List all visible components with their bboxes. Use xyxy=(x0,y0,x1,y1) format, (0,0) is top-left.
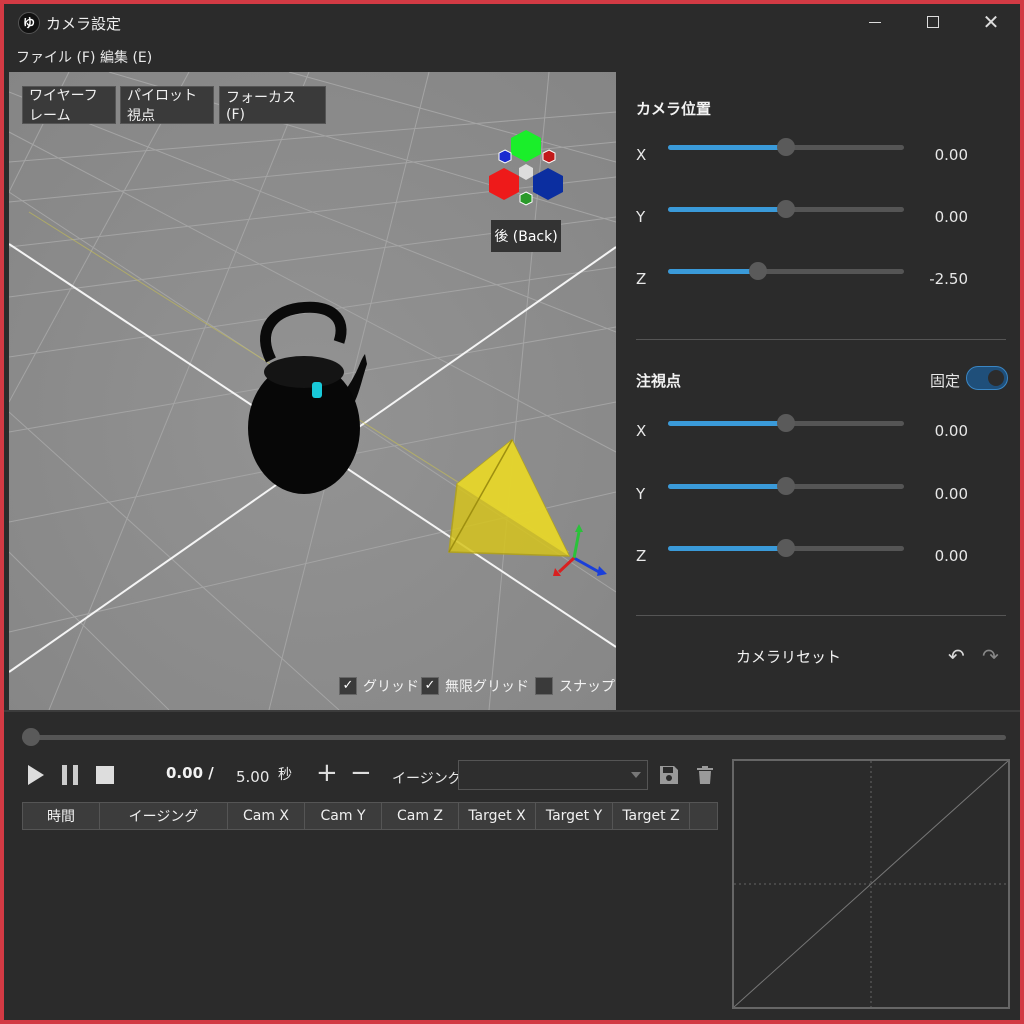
current-time: 0.00 / xyxy=(166,764,214,782)
stop-icon[interactable] xyxy=(96,766,114,784)
target-y-label: Y xyxy=(636,485,646,503)
keyframe-table-header: 時間 イージング Cam X Cam Y Cam Z Target X Targ… xyxy=(22,802,718,830)
target-z-value: 0.00 xyxy=(934,547,968,565)
slider-thumb[interactable] xyxy=(777,138,795,156)
close-icon: ✕ xyxy=(982,10,1000,34)
cam-z-label: Z xyxy=(636,270,647,288)
column-header-target-x[interactable]: Target X xyxy=(459,802,536,830)
slider-fill xyxy=(668,145,786,150)
minimize-button[interactable] xyxy=(846,4,904,40)
timeline-slider[interactable] xyxy=(22,728,1006,748)
target-x-slider[interactable] xyxy=(668,414,904,434)
slider-thumb[interactable] xyxy=(777,414,795,432)
focus-button[interactable]: フォーカス (F) xyxy=(219,86,326,124)
menu-bar: ファイル (F) 編集 (E) xyxy=(4,42,1020,72)
maximize-icon xyxy=(927,16,939,28)
camera-settings-window: ゆ カメラ設定 ✕ ファイル (F) 編集 (E) ワイヤーフレーム パイロット… xyxy=(0,0,1024,1024)
remove-keyframe-icon[interactable]: − xyxy=(350,760,372,786)
infinite-grid-check-icon: ✓ xyxy=(421,677,439,695)
slider-fill xyxy=(668,484,786,489)
cam-x-value: 0.00 xyxy=(934,146,968,164)
add-keyframe-icon[interactable]: + xyxy=(316,760,338,786)
infinite-grid-checkbox[interactable]: ✓ 無限グリッド xyxy=(421,676,529,696)
timeline-thumb[interactable] xyxy=(22,728,40,746)
target-z-slider[interactable] xyxy=(668,539,904,559)
pilot-view-button[interactable]: パイロット視点 xyxy=(120,86,214,124)
slider-fill xyxy=(668,546,786,551)
window-title: カメラ設定 xyxy=(46,15,122,33)
cam-z-slider[interactable] xyxy=(668,262,904,282)
title-bar: ゆ カメラ設定 ✕ xyxy=(4,4,1020,42)
target-lock-label: 固定 xyxy=(930,372,961,390)
column-header-target-z[interactable]: Target Z xyxy=(613,802,690,830)
app-icon: ゆ xyxy=(18,12,40,34)
slider-thumb[interactable] xyxy=(777,539,795,557)
target-x-value: 0.00 xyxy=(934,422,968,440)
target-lock-toggle[interactable] xyxy=(966,366,1008,390)
snap-checkbox[interactable]: スナップ xyxy=(535,676,615,696)
undo-icon[interactable]: ↶ xyxy=(948,644,965,668)
column-header-cam-z[interactable]: Cam Z xyxy=(382,802,459,830)
target-y-value: 0.00 xyxy=(934,485,968,503)
column-header-target-y[interactable]: Target Y xyxy=(536,802,613,830)
pause-icon[interactable] xyxy=(62,765,78,785)
view-direction-label[interactable]: 後 (Back) xyxy=(491,220,561,252)
cam-x-label: X xyxy=(636,146,647,164)
panel-separator xyxy=(4,710,1020,712)
time-unit: 秒 xyxy=(278,767,292,783)
section-divider xyxy=(636,339,1006,340)
column-header-cam-x[interactable]: Cam X xyxy=(228,802,305,830)
column-header-cam-y[interactable]: Cam Y xyxy=(305,802,382,830)
chevron-down-icon xyxy=(631,772,641,778)
save-icon[interactable] xyxy=(658,764,680,786)
camera-position-title: カメラ位置 xyxy=(636,100,712,118)
wireframe-button[interactable]: ワイヤーフレーム xyxy=(22,86,116,124)
cam-y-slider[interactable] xyxy=(668,200,904,220)
close-button[interactable]: ✕ xyxy=(962,4,1020,40)
viewport-scene xyxy=(9,72,616,710)
easing-curve-preview xyxy=(732,759,1010,1009)
easing-curve-graph xyxy=(734,761,1008,1007)
slider-fill xyxy=(668,421,786,426)
slider-thumb[interactable] xyxy=(777,200,795,218)
slider-fill xyxy=(668,269,758,274)
camera-reset-button[interactable]: カメラリセット xyxy=(736,646,841,667)
column-header-easing[interactable]: イージング xyxy=(100,802,228,830)
infinite-grid-checkbox-label: 無限グリッド xyxy=(445,679,529,695)
target-x-label: X xyxy=(636,422,647,440)
toggle-knob xyxy=(988,370,1004,386)
menu-file[interactable]: ファイル (F) xyxy=(16,47,95,67)
minimize-icon xyxy=(869,21,881,23)
grid-checkbox-label: グリッド xyxy=(363,679,419,695)
easing-label: イージング xyxy=(392,771,462,787)
cam-y-value: 0.00 xyxy=(934,208,968,226)
slider-thumb[interactable] xyxy=(748,262,767,280)
snap-check-icon xyxy=(535,677,553,695)
cam-z-value: -2.50 xyxy=(929,270,968,288)
timeline-track xyxy=(22,735,1006,740)
redo-icon[interactable]: ↷ xyxy=(982,644,999,668)
column-header-extra xyxy=(690,802,718,830)
grid-checkbox[interactable]: ✓ グリッド xyxy=(339,676,419,696)
total-duration[interactable]: 5.00 xyxy=(236,768,269,786)
easing-dropdown[interactable] xyxy=(458,760,648,790)
trash-icon[interactable] xyxy=(694,764,716,786)
cam-y-label: Y xyxy=(636,208,646,226)
menu-edit[interactable]: 編集 (E) xyxy=(100,47,152,67)
section-divider xyxy=(636,615,1006,616)
maximize-button[interactable] xyxy=(904,4,962,40)
slider-fill xyxy=(668,207,786,212)
grid-check-icon: ✓ xyxy=(339,677,357,695)
camera-properties-panel: カメラ位置 X 0.00 Y 0.00 Z -2.50 注視点 固定 X 0.0… xyxy=(616,72,1020,710)
target-title: 注視点 xyxy=(636,372,682,390)
play-icon[interactable] xyxy=(28,765,44,785)
3d-viewport[interactable]: ワイヤーフレーム パイロット視点 フォーカス (F) 後 (Back) ✓ グリ… xyxy=(9,72,616,710)
snap-checkbox-label: スナップ xyxy=(559,679,615,695)
slider-thumb[interactable] xyxy=(777,477,795,495)
cam-x-slider[interactable] xyxy=(668,138,904,158)
target-z-label: Z xyxy=(636,547,647,565)
target-y-slider[interactable] xyxy=(668,477,904,497)
column-header-time[interactable]: 時間 xyxy=(22,802,100,830)
